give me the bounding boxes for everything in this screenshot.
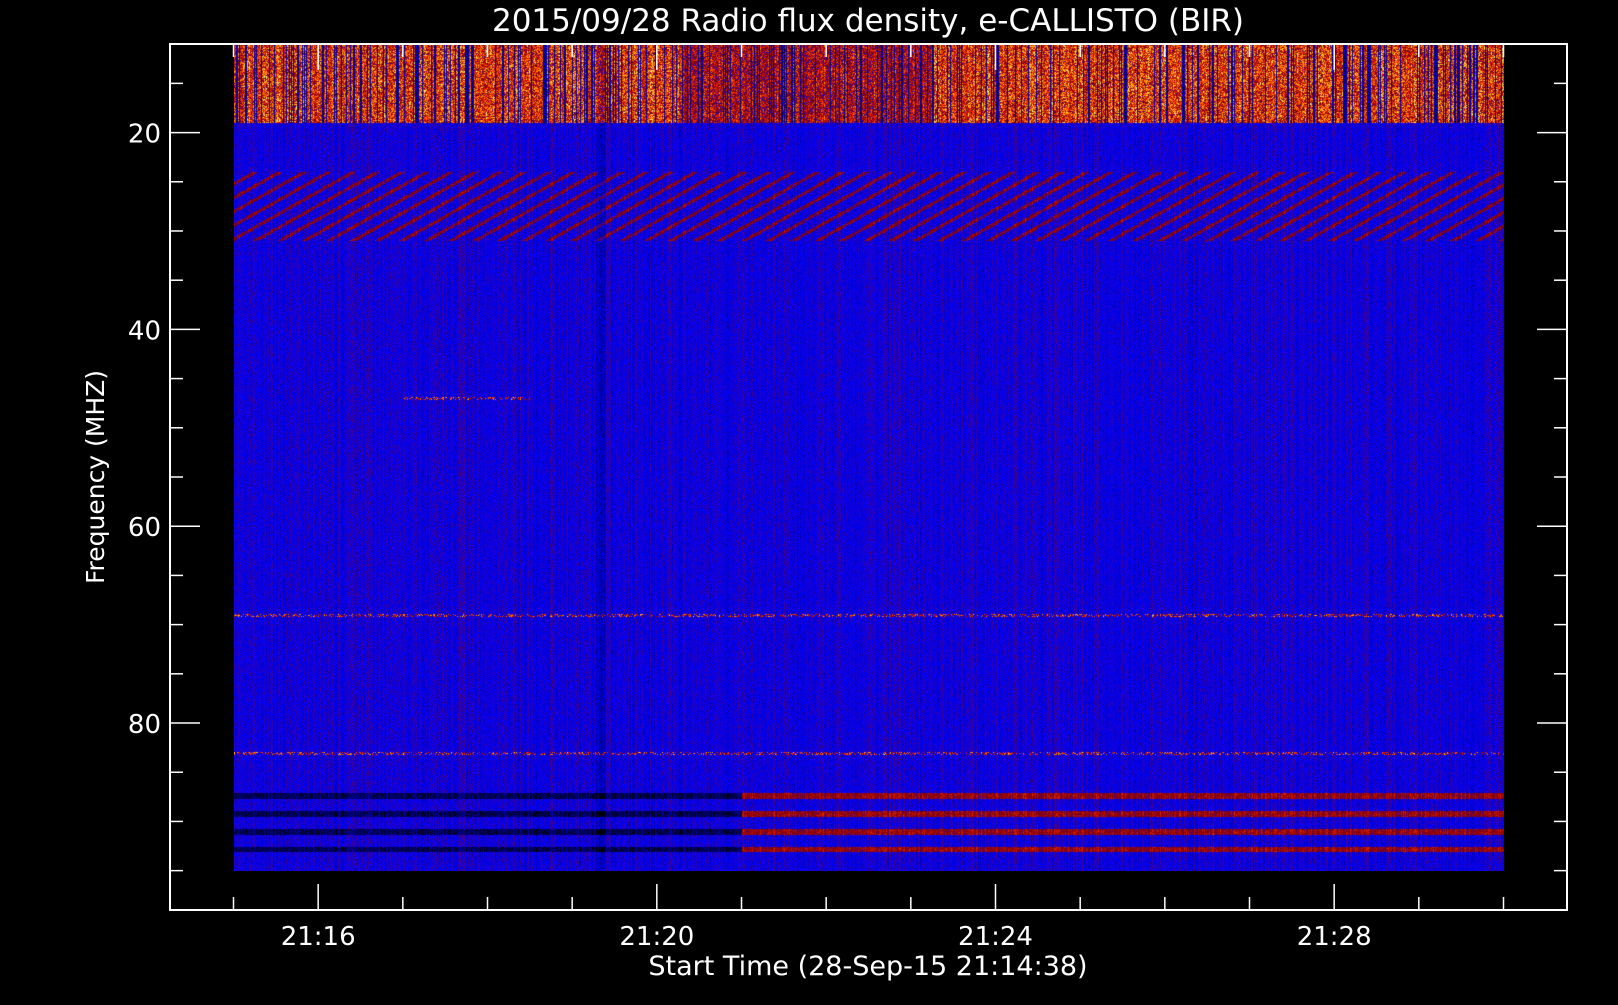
- y-tick-label: 80: [128, 710, 161, 740]
- y-tick-label: 60: [128, 513, 161, 543]
- spectrogram-area: [234, 44, 1504, 871]
- x-tick-label: 21:16: [281, 922, 356, 952]
- y-tick-label: 20: [128, 120, 161, 150]
- x-axis-label: Start Time (28-Sep-15 21:14:38): [648, 951, 1087, 982]
- x-tick-label: 21:20: [619, 922, 694, 952]
- x-tick-label: 21:28: [1297, 922, 1372, 952]
- x-tick-label: 21:24: [958, 922, 1033, 952]
- chart-title: 2015/09/28 Radio flux density, e-CALLIST…: [492, 3, 1244, 39]
- spectrogram-chart: 21:16 21:20 21:24 21:28 20 40 60 80 2015/09/28 …: [0, 0, 1618, 1000]
- y-axis-label: Frequency (MHZ): [81, 370, 110, 584]
- spectrogram-image: [234, 44, 1504, 871]
- spectrogram-figure: 21:16 21:20 21:24 21:28 20 40 60 80 2015/09/28 …: [0, 0, 1618, 1000]
- y-tick-label: 40: [128, 316, 161, 346]
